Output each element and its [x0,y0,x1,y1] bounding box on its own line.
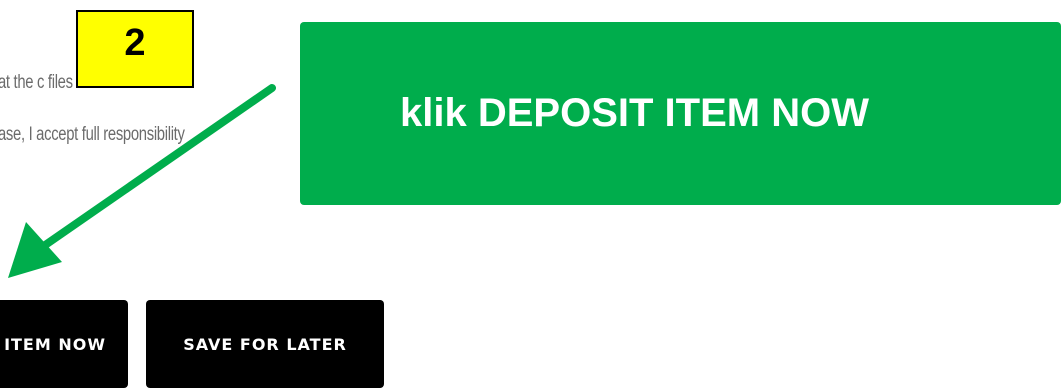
save-for-later-button[interactable]: SAVE FOR LATER [146,300,384,388]
arrow-shaft [34,84,276,254]
screenshot-stage: at the c files and as ase, I accept full… [0,0,1061,392]
agreement-text-line-2: ase, I accept full responsibility [0,124,185,145]
callout-text: klik DEPOSIT ITEM NOW [400,91,869,135]
deposit-button-label: ITEM NOW [4,334,106,354]
arrow-head [8,222,62,278]
deposit-item-now-button[interactable]: ITEM NOW [0,300,128,388]
step-number-badge: 2 [76,10,194,88]
save-button-label: SAVE FOR LATER [183,334,347,354]
instruction-callout: klik DEPOSIT ITEM NOW [300,22,1061,205]
step-number: 2 [124,22,146,64]
